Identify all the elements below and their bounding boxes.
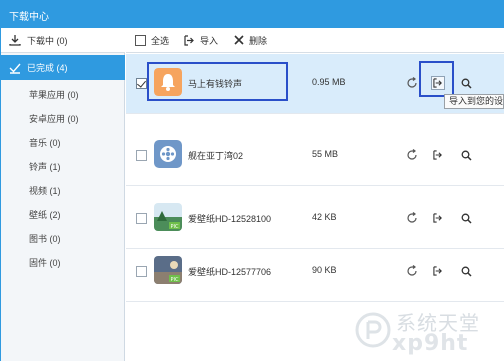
sidebar-item-label: 铃声 (1) (29, 161, 61, 172)
sidebar-item-android-apps[interactable]: 安卓应用 (0) (1, 106, 125, 130)
import-icon (184, 34, 195, 46)
svg-text:PIC: PIC (171, 224, 179, 230)
row-checkbox[interactable] (136, 266, 147, 277)
select-all-label: 全选 (151, 35, 170, 46)
sidebar-item-label: 下载中 (0) (27, 35, 68, 46)
sidebar-item-music[interactable]: 音乐 (0) (1, 130, 125, 154)
file-row[interactable]: 舰在亚丁湾02 55 MB (126, 126, 504, 186)
sidebar-item-firmware[interactable]: 固件 (0) (1, 250, 125, 274)
row-checkbox[interactable] (136, 150, 147, 161)
sidebar-item-label: 视频 (1) (29, 185, 61, 196)
sidebar-item-label: 音乐 (0) (29, 137, 61, 148)
watermark-logo-icon (355, 312, 391, 348)
file-name: 舰在亚丁湾02 (188, 151, 244, 161)
checkbox-icon (135, 34, 146, 46)
watermark-en-text: xp9ht (392, 331, 469, 356)
search-icon[interactable] (459, 76, 473, 90)
sidebar-item-apple-apps[interactable]: 苹果应用 (0) (1, 82, 125, 106)
wallpaper-thumbnail: PIC (154, 256, 182, 284)
sidebar-item-label: 已完成 (4) (27, 63, 68, 73)
refresh-icon[interactable] (405, 211, 419, 225)
sidebar: 下载中 (0) 已完成 (4) 苹果应用 (0) 安卓应用 (0) 音乐 (0)… (1, 28, 125, 361)
delete-label: 删除 (249, 35, 268, 46)
title-bar: 下载中心 (0, 0, 504, 28)
file-size: 42 KB (312, 212, 337, 222)
row-checkbox[interactable] (136, 213, 147, 224)
search-icon[interactable] (459, 211, 473, 225)
sidebar-item-label: 固件 (0) (29, 257, 61, 268)
window-title: 下载中心 (9, 12, 49, 23)
select-all-button[interactable]: 全选 (135, 34, 169, 47)
file-row[interactable]: PIC 爱壁纸HD-12577706 90 KB (126, 242, 504, 302)
watermark: 系统天堂 xp9ht (352, 305, 502, 359)
file-name: 爱壁纸HD-12577706 (188, 267, 272, 277)
highlight-box-file-name (147, 62, 288, 101)
download-icon (8, 33, 22, 47)
refresh-icon[interactable] (405, 148, 419, 162)
sidebar-item-wallpaper[interactable]: 壁纸 (2) (1, 202, 125, 226)
import-tooltip: 导入到您的设 (444, 94, 504, 109)
sidebar-item-label: 图书 (0) (29, 233, 61, 244)
file-row[interactable]: PIC 爱壁纸HD-12528100 42 KB (126, 189, 504, 249)
toolbar: 全选 导入 删除 (126, 28, 504, 53)
svg-text:PIC: PIC (171, 277, 179, 283)
checkmark-icon (8, 61, 22, 75)
file-size: 0.95 MB (312, 77, 346, 87)
close-icon (233, 35, 244, 46)
file-name: 爱壁纸HD-12528100 (188, 214, 272, 224)
delete-button[interactable]: 删除 (233, 34, 267, 47)
search-icon[interactable] (459, 148, 473, 162)
video-thumbnail (154, 140, 182, 168)
file-size: 55 MB (312, 149, 339, 159)
sidebar-item-label: 安卓应用 (0) (29, 113, 79, 124)
sidebar-item-video[interactable]: 视频 (1) (1, 178, 125, 202)
wallpaper-thumbnail: PIC (154, 203, 182, 231)
row-checkbox[interactable] (136, 78, 147, 89)
highlight-box-import-button (419, 61, 454, 97)
sidebar-item-downloading[interactable]: 下载中 (0) (1, 28, 125, 53)
import-to-device-icon[interactable] (431, 211, 445, 225)
refresh-icon[interactable] (405, 76, 419, 90)
sidebar-item-books[interactable]: 图书 (0) (1, 226, 125, 250)
sidebar-item-ringtones[interactable]: 铃声 (1) (1, 154, 125, 178)
sidebar-item-label: 苹果应用 (0) (29, 89, 79, 100)
import-to-device-icon[interactable] (431, 148, 445, 162)
sidebar-item-completed[interactable]: 已完成 (4) (1, 55, 125, 80)
import-label: 导入 (200, 35, 219, 46)
refresh-icon[interactable] (405, 264, 419, 278)
search-icon[interactable] (459, 264, 473, 278)
import-to-device-icon[interactable] (431, 264, 445, 278)
file-size: 90 KB (312, 265, 337, 275)
sidebar-item-label: 壁纸 (2) (29, 209, 61, 220)
import-button[interactable]: 导入 (184, 34, 218, 47)
